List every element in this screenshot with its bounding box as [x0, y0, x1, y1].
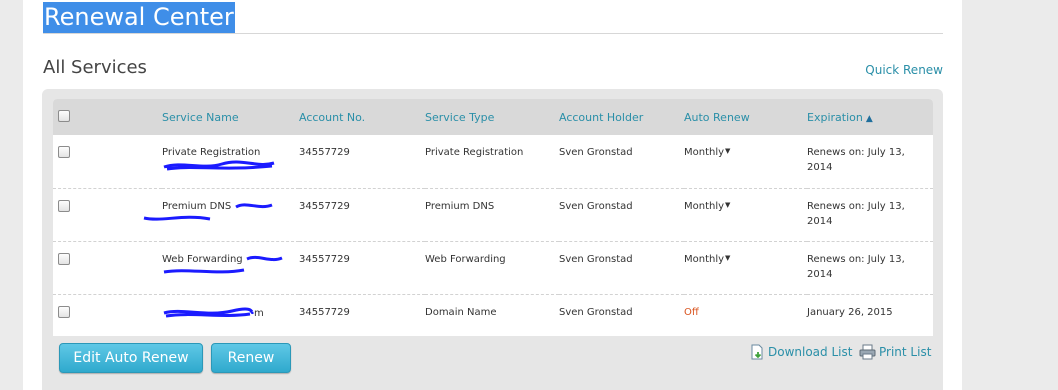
auto-renew-value: Off	[684, 306, 699, 318]
edit-auto-renew-button[interactable]: Edit Auto Renew	[59, 343, 203, 373]
auto-renew-dropdown[interactable]: Off	[684, 294, 807, 336]
service-type: Private Registration	[425, 147, 524, 158]
expiration-date: Renews on: July 13,	[807, 147, 905, 158]
expiration-year: 2014	[807, 215, 833, 227]
redacted-domain-scribble	[163, 307, 255, 317]
dropdown-caret-icon: ▼	[725, 147, 731, 155]
table-header-row: Service Name Account No. Service Type Ac…	[53, 99, 933, 135]
print-list-link[interactable]: Print List	[859, 344, 931, 360]
row-checkbox[interactable]	[58, 199, 70, 212]
header-expiration[interactable]: Expiration ▲	[807, 99, 933, 135]
service-name: Premium DNS	[162, 200, 232, 212]
service-name: Web Forwarding	[162, 253, 243, 265]
auto-renew-value: Monthly	[684, 200, 725, 212]
header-account-holder[interactable]: Account Holder	[559, 99, 684, 135]
title-divider	[43, 33, 943, 34]
expiration-year: 2014	[807, 162, 833, 173]
service-type: Domain Name	[425, 306, 497, 318]
redacted-domain-scribble	[246, 255, 283, 261]
printer-icon	[859, 344, 876, 360]
row-checkbox[interactable]	[58, 252, 70, 265]
redacted-domain-scribble	[163, 268, 245, 273]
header-service-type[interactable]: Service Type	[425, 99, 559, 135]
services-table: Service Name Account No. Service Type Ac…	[53, 99, 933, 336]
header-auto-renew[interactable]: Auto Renew	[684, 99, 807, 135]
expiration-date: January 26, 2015	[807, 306, 893, 318]
expiration-date: Renews on: July 13,	[807, 253, 905, 265]
download-list-link[interactable]: Download List	[749, 344, 852, 360]
auto-renew-dropdown[interactable]: Monthly▼	[684, 241, 807, 294]
table-row: Premium DNS 34557729 Premium DNS Sven Gr…	[53, 188, 933, 241]
section-title: All Services	[43, 57, 147, 78]
auto-renew-value: Monthly	[684, 253, 725, 265]
quick-renew-link[interactable]: Quick Renew	[865, 63, 943, 77]
print-list-label: Print List	[879, 345, 932, 359]
redacted-domain-scribble	[235, 202, 273, 208]
dropdown-caret-icon: ▼	[725, 200, 731, 209]
account-holder: Sven Gronstad	[559, 306, 633, 318]
select-all-checkbox[interactable]	[58, 110, 70, 122]
account-no: 34557729	[299, 147, 350, 158]
header-expiration-label: Expiration	[807, 110, 863, 124]
expiration-date: Renews on: July 13,	[807, 200, 905, 212]
account-no: 34557729	[299, 253, 350, 265]
row-checkbox[interactable]	[58, 305, 70, 318]
renewal-center-page: Renewal Center All Services Quick Renew …	[23, 0, 962, 390]
download-list-label: Download List	[768, 345, 853, 359]
expiration-year: 2014	[807, 268, 833, 280]
auto-renew-dropdown[interactable]: Monthly▼	[684, 135, 807, 188]
services-panel: Service Name Account No. Service Type Ac…	[42, 89, 943, 390]
header-service-name[interactable]: Service Name	[162, 99, 299, 135]
table-row: Web Forwarding 34557729 Web Forwarding S…	[53, 241, 933, 294]
renew-button[interactable]: Renew	[211, 343, 291, 373]
auto-renew-dropdown[interactable]: Monthly▼	[684, 188, 807, 241]
table-row: m 34557729 Domain Name Sven Gronstad Off…	[53, 294, 933, 336]
dropdown-caret-icon: ▼	[725, 253, 731, 262]
table-row: Private Registration 34557729 Private Re…	[53, 135, 933, 188]
redacted-domain-scribble	[163, 160, 275, 171]
redacted-domain-scribble	[143, 215, 211, 221]
account-no: 34557729	[299, 200, 350, 212]
service-type: Web Forwarding	[425, 253, 506, 265]
page-title: Renewal Center	[43, 2, 235, 33]
download-list-icon	[751, 344, 763, 360]
header-account-no[interactable]: Account No.	[299, 99, 425, 135]
service-name: Private Registration	[162, 147, 261, 158]
sort-ascending-icon: ▲	[865, 113, 873, 124]
row-checkbox[interactable]	[58, 146, 70, 158]
auto-renew-value: Monthly	[684, 147, 725, 158]
account-no: 34557729	[299, 306, 350, 318]
account-holder: Sven Gronstad	[559, 147, 633, 158]
account-holder: Sven Gronstad	[559, 253, 633, 265]
service-name: m	[254, 307, 264, 319]
account-holder: Sven Gronstad	[559, 200, 633, 212]
service-type: Premium DNS	[425, 200, 495, 212]
